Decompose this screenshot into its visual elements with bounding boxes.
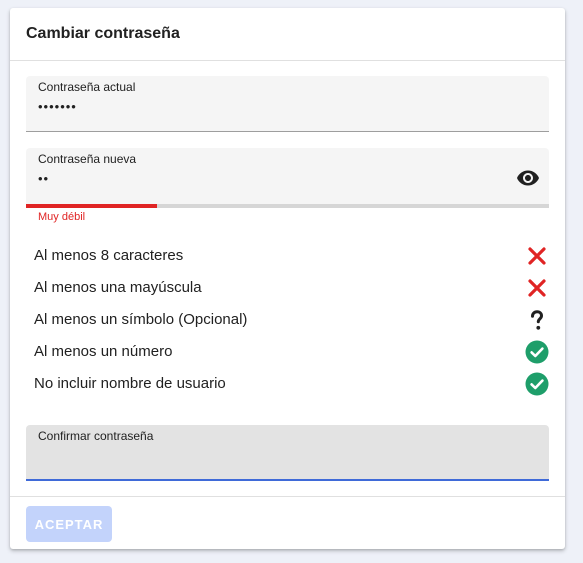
- dialog-title: Cambiar contraseña: [26, 25, 180, 42]
- confirm-password-underline: [26, 479, 549, 481]
- footer-divider: [10, 496, 565, 497]
- password-rule-label: No incluir nombre de usuario: [34, 375, 226, 392]
- check-circle-icon: [525, 372, 549, 396]
- password-rule-label: Al menos un símbolo (Opcional): [34, 311, 248, 328]
- password-strength-bar: [26, 204, 549, 208]
- password-rules-list: Al menos 8 caracteres Al menos una mayúsc…: [34, 240, 549, 400]
- confirm-password-input[interactable]: [38, 449, 518, 465]
- password-rule-label: Al menos un número: [34, 343, 173, 360]
- current-password-value[interactable]: •••••••: [38, 100, 77, 114]
- question-icon: [525, 308, 549, 332]
- header-divider: [10, 60, 565, 61]
- new-password-field[interactable]: Contraseña nueva ••: [26, 148, 549, 208]
- password-rule-item: Al menos un número: [34, 336, 549, 368]
- password-rule-item: No incluir nombre de usuario: [34, 368, 549, 400]
- password-rule-item: Al menos una mayúscula: [34, 272, 549, 304]
- password-strength-label: Muy débil: [38, 211, 86, 223]
- close-icon: [525, 244, 549, 268]
- current-password-field[interactable]: Contraseña actual •••••••: [26, 76, 549, 132]
- new-password-value[interactable]: ••: [38, 172, 49, 186]
- confirm-password-field[interactable]: Confirmar contraseña: [26, 425, 549, 481]
- password-rule-item: Al menos un símbolo (Opcional): [34, 304, 549, 336]
- eye-icon[interactable]: [515, 166, 541, 190]
- accept-button[interactable]: ACEPTAR: [26, 506, 112, 542]
- check-circle-icon: [525, 340, 549, 364]
- change-password-dialog: Cambiar contraseña Contraseña actual •••…: [10, 8, 565, 549]
- close-icon: [525, 276, 549, 300]
- password-rule-label: Al menos una mayúscula: [34, 279, 202, 296]
- password-strength-fill: [26, 204, 157, 208]
- password-rule-item: Al menos 8 caracteres: [34, 240, 549, 272]
- confirm-password-label: Confirmar contraseña: [38, 429, 154, 443]
- current-password-underline: [26, 131, 549, 132]
- password-rule-label: Al menos 8 caracteres: [34, 247, 184, 264]
- new-password-label: Contraseña nueva: [38, 152, 137, 166]
- current-password-label: Contraseña actual: [38, 80, 136, 94]
